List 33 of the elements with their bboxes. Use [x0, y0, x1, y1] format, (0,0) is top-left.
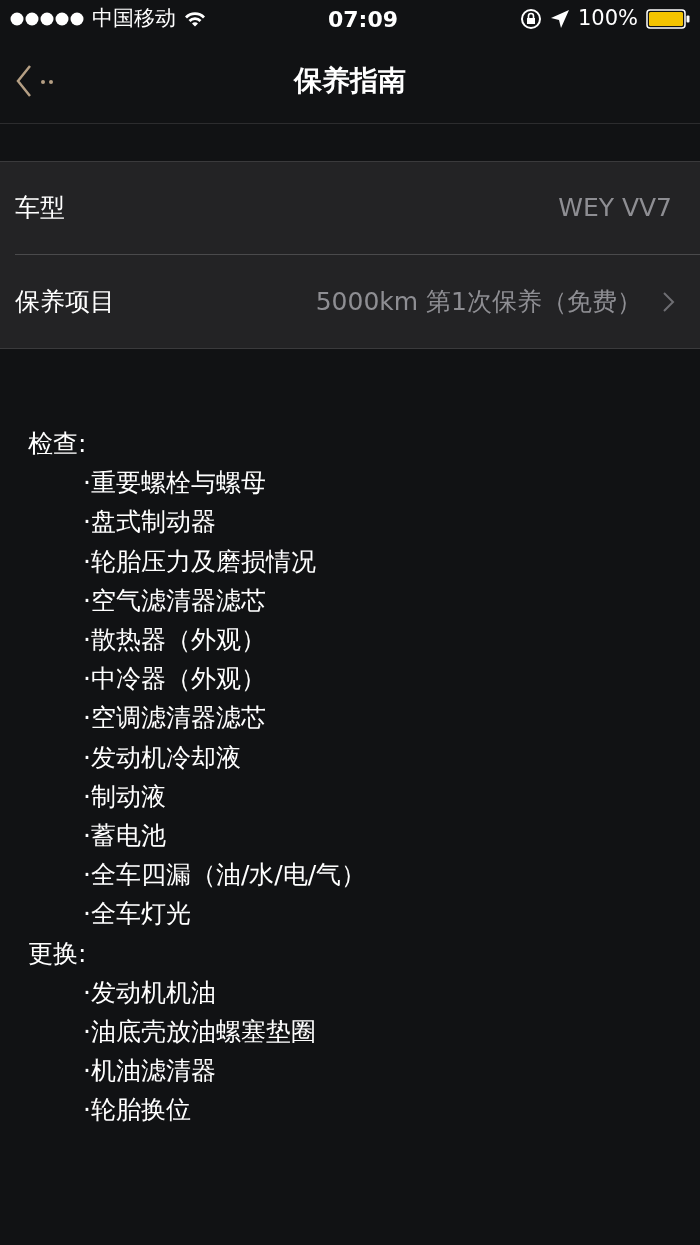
list-item: ·空调滤清器滤芯: [83, 703, 266, 733]
chevron-icon: [662, 290, 676, 313]
list-item: ·蓄电池: [83, 821, 166, 851]
list-item: ·机油滤清器: [83, 1056, 216, 1086]
list-item: ·空气滤清器滤芯: [83, 585, 266, 615]
signal-icon: [10, 12, 84, 26]
row-value-link[interactable]: 5000km 第1次保养（免费）: [315, 282, 642, 321]
status-time: 07:09: [327, 5, 398, 34]
list-item: ·中冷器（外观）: [83, 664, 266, 694]
list-item: ·轮胎换位: [83, 1095, 191, 1125]
list-item: ·全车灯光: [83, 899, 191, 929]
row-value: WEY VV7: [558, 192, 672, 225]
rotation-lock-icon: [519, 8, 542, 30]
list-item: ·制动液: [83, 781, 166, 811]
battery-percent: 100%: [577, 5, 638, 33]
list-item: ·发动机冷却液: [83, 742, 241, 772]
list-item: ·油底壳放油螺塞垫圈: [83, 1017, 316, 1047]
row-label: 保养项目: [15, 285, 116, 318]
battery-icon: [646, 9, 690, 29]
carrier-name: 中国移动: [92, 5, 176, 33]
page-title: 保养指南: [294, 62, 406, 99]
back-button[interactable]: [14, 64, 56, 98]
wifi-icon: [184, 11, 206, 27]
section-heading: 更换:: [28, 938, 87, 968]
list-item: ·盘式制动器: [83, 507, 216, 537]
location-arrow-icon: [549, 9, 570, 29]
list-item: ·轮胎压力及磨损情况: [83, 546, 316, 576]
list-item: ·发动机机油: [83, 977, 216, 1007]
list-item: ·全车四漏（油/水/电/气）: [83, 860, 367, 890]
list-item: ·重要螺栓与螺母: [83, 468, 266, 498]
list-item: ·散热器（外观）: [83, 625, 266, 654]
section-heading: 检查:: [28, 429, 87, 458]
row-label: 车型: [15, 192, 66, 225]
